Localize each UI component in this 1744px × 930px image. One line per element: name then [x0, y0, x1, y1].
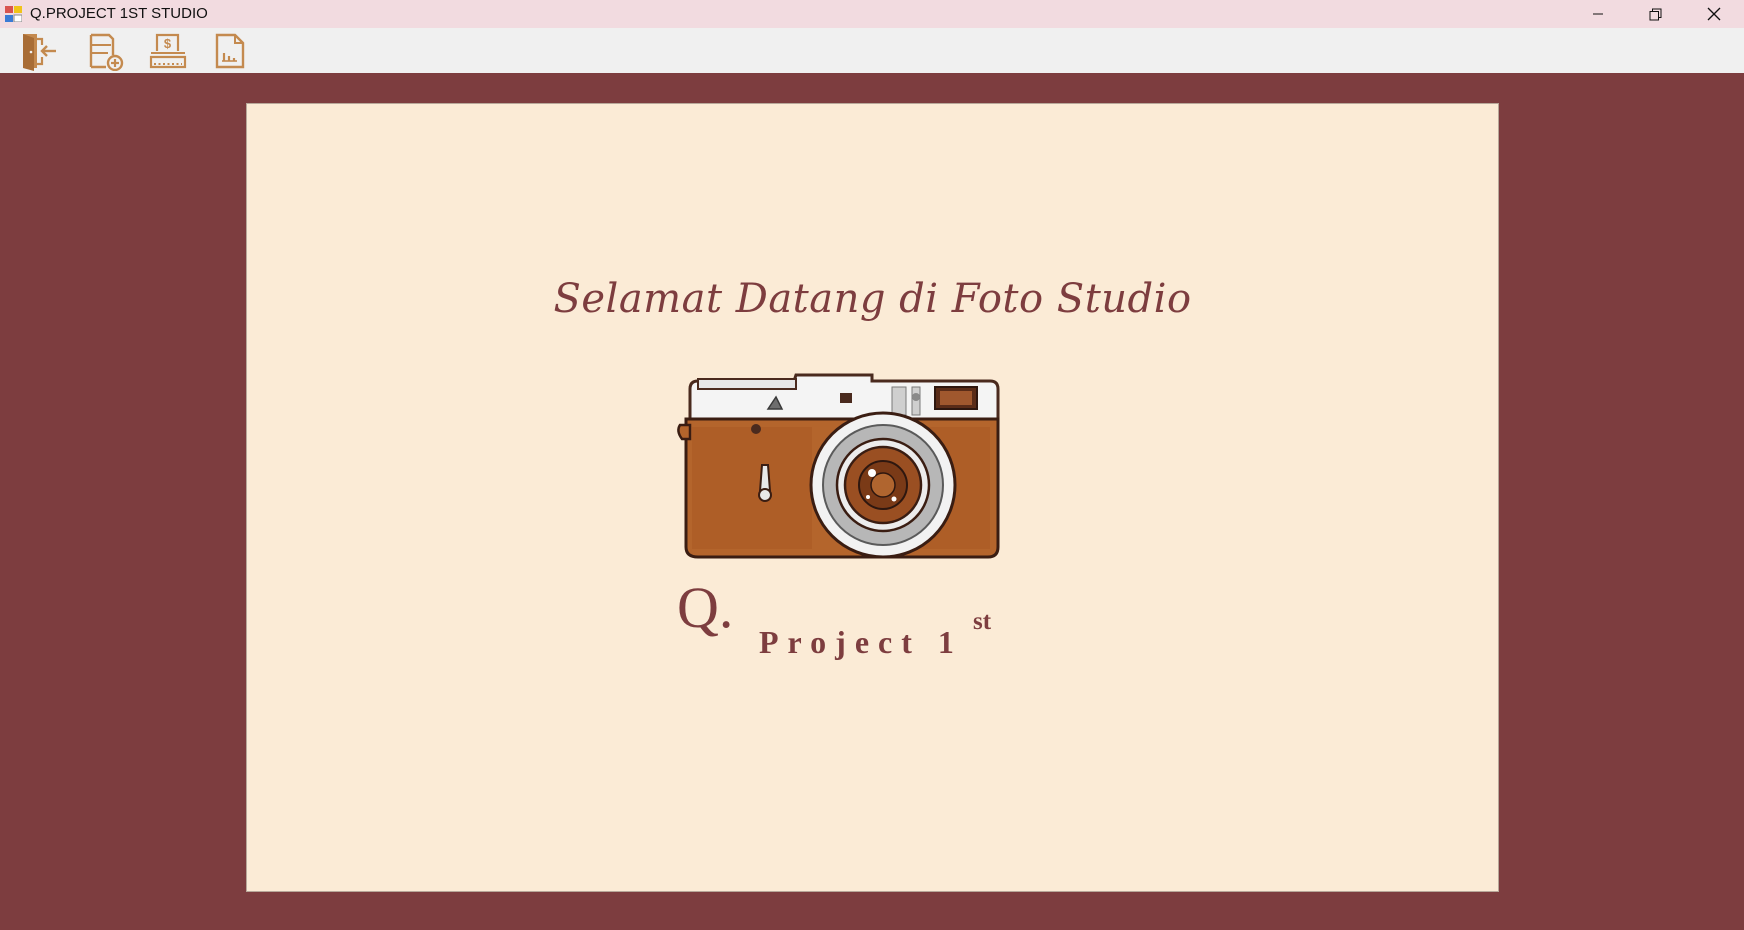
exit-door-icon [23, 34, 56, 71]
add-record-button[interactable] [86, 31, 126, 71]
brand-name: Project 1 [759, 624, 963, 660]
brand-q: Q. [677, 575, 734, 640]
camera-illustration [677, 373, 1000, 559]
app-icon [5, 6, 22, 22]
toolbar: $ [0, 28, 1744, 73]
welcome-heading: Selamat Datang di Foto Studio [553, 276, 1192, 322]
window-title: Q.PROJECT 1ST STUDIO [30, 5, 208, 22]
title-bar[interactable]: Q.PROJECT 1ST STUDIO [0, 0, 1744, 28]
minimize-icon [1593, 13, 1603, 15]
app-window: Q.PROJECT 1ST STUDIO $ Selamat Datang di… [0, 0, 1744, 930]
exit-button[interactable] [20, 31, 60, 71]
close-icon [1707, 7, 1721, 21]
restore-button[interactable] [1627, 0, 1683, 28]
payment-icon: $ [149, 33, 187, 69]
minimize-button[interactable] [1570, 0, 1626, 28]
brand-superscript: st [973, 608, 992, 635]
add-record-icon [89, 33, 124, 71]
report-button[interactable] [211, 31, 251, 71]
svg-text:$: $ [164, 36, 172, 51]
welcome-panel: Selamat Datang di Foto Studio Q. Project… [246, 103, 1499, 892]
payment-button[interactable]: $ [148, 31, 188, 71]
close-button[interactable] [1686, 0, 1742, 28]
report-icon [215, 33, 245, 69]
restore-icon [1649, 8, 1661, 20]
